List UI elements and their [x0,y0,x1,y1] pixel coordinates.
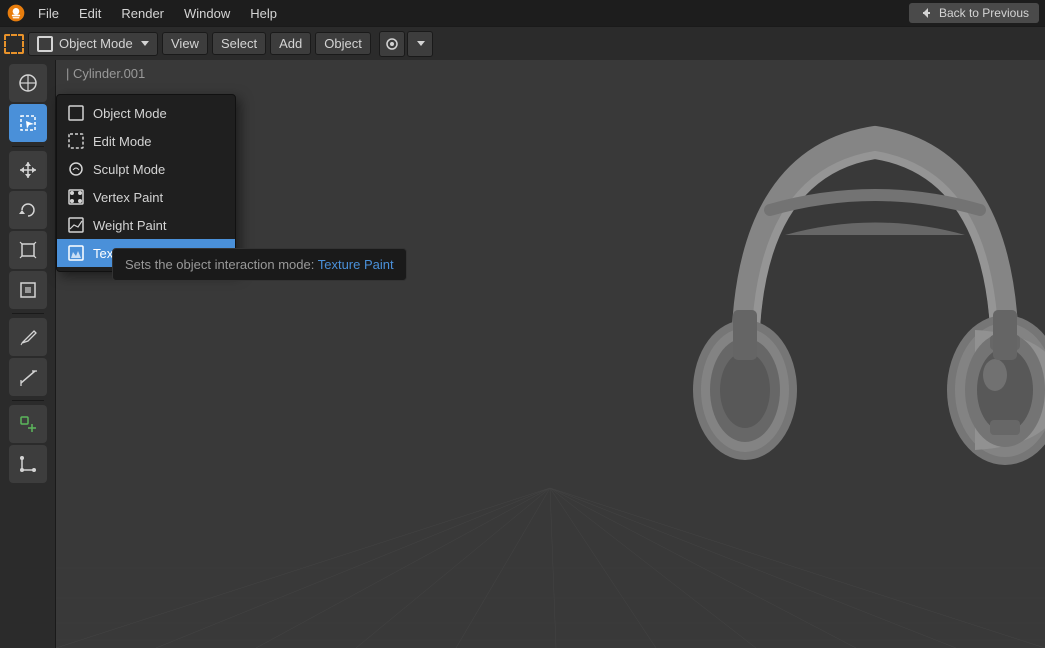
dropdown-item-object-mode[interactable]: Object Mode [57,99,235,127]
scale-icon [18,240,38,260]
header-toolbar: Object Mode View Select Add Object [0,26,1045,60]
dropdown-item-vertex-paint[interactable]: Vertex Paint [57,183,235,211]
vertex-paint-menu-icon [67,188,85,206]
corner-icon [18,454,38,474]
add-object-icon [18,414,38,434]
menu-file[interactable]: File [30,4,67,23]
measure-icon [18,367,38,387]
sidebar-tool-select[interactable] [9,104,47,142]
object-menu-button[interactable]: Object [315,32,371,55]
sidebar-tool-cursor[interactable] [9,64,47,102]
object-mode-menu-icon [67,104,85,122]
mode-selector-button[interactable]: Object Mode [28,32,158,56]
chevron-down-icon [417,41,425,46]
sidebar-tool-transform[interactable] [9,271,47,309]
mode-dropdown-menu: Object Mode Edit Mode Sculpt Mode [56,94,236,272]
sidebar-divider-1 [12,146,44,147]
rotate-icon [18,200,38,220]
view-menu-button[interactable]: View [162,32,208,55]
transform-icon [18,280,38,300]
select-icon [18,113,38,133]
move-icon [18,160,38,180]
dropdown-item-weight-paint[interactable]: Weight Paint [57,211,235,239]
workspace-icon [4,34,24,54]
dropdown-item-edit-mode[interactable]: Edit Mode [57,127,235,155]
add-menu-button[interactable]: Add [270,32,311,55]
dropdown-chevron-icon [141,41,149,46]
pencil-icon [18,327,38,347]
menu-window[interactable]: Window [176,4,238,23]
blender-logo-icon [6,3,26,23]
dropdown-item-sculpt-mode[interactable]: Sculpt Mode [57,155,235,183]
gizmo-button[interactable] [407,31,433,57]
select-menu-button[interactable]: Select [212,32,266,55]
mode-tooltip: Sets the object interaction mode: Textur… [112,248,407,281]
menu-edit[interactable]: Edit [71,4,109,23]
sidebar-tool-rotate[interactable] [9,191,47,229]
sidebar-tool-corner[interactable] [9,445,47,483]
sidebar-tool-add[interactable] [9,405,47,443]
overlay-button[interactable] [379,31,405,57]
overlay-icon [385,37,399,51]
sidebar-divider-3 [12,400,44,401]
menu-help[interactable]: Help [242,4,285,23]
menu-render[interactable]: Render [113,4,172,23]
cursor-icon [18,73,38,93]
weight-paint-menu-icon [67,216,85,234]
back-arrow-icon [919,6,933,20]
left-sidebar [0,60,56,648]
texture-paint-menu-icon [67,244,85,262]
object-name-display: | Cylinder.001 [66,66,145,81]
edit-mode-menu-icon [67,132,85,150]
sculpt-mode-menu-icon [67,160,85,178]
sidebar-tool-annotate[interactable] [9,318,47,356]
top-menu-bar: File Edit Render Window Help Back to Pre… [0,0,1045,26]
sidebar-tool-measure[interactable] [9,358,47,396]
object-mode-icon [37,36,53,52]
sidebar-tool-scale[interactable] [9,231,47,269]
sidebar-tool-move[interactable] [9,151,47,189]
sidebar-divider-2 [12,313,44,314]
back-to-previous-button[interactable]: Back to Previous [909,3,1039,23]
headphones-illustration [665,80,1045,640]
